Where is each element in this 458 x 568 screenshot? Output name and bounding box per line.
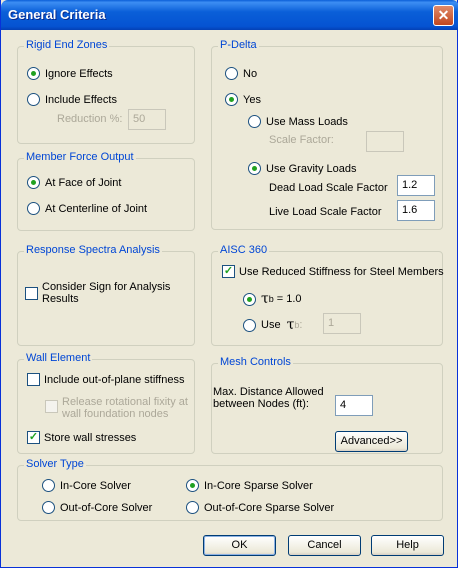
gravity-loads-label: Use Gravity Loads [266, 162, 357, 175]
checkbox-icon [27, 373, 40, 386]
consider-sign-checkbox[interactable]: Consider Sign for Analysis Results [25, 281, 182, 305]
tau-use-radio[interactable]: Use τ b : [243, 317, 302, 333]
check-mark-icon: ✓ [222, 265, 235, 278]
p-delta-no-radio[interactable]: No [225, 67, 257, 80]
reduced-stiffness-checkbox[interactable]: ✓ Use Reduced Stiffness for Steel Member… [222, 265, 444, 278]
mass-loads-radio[interactable]: Use Mass Loads [248, 115, 348, 128]
face-of-joint-radio[interactable]: At Face of Joint [27, 176, 121, 189]
radio-dot-icon [186, 479, 199, 492]
member-force-title: Member Force Output [24, 151, 136, 163]
radio-dot-icon [186, 501, 199, 514]
tau-subscript: b [268, 294, 274, 304]
title-bar[interactable]: General Criteria ✕ [1, 0, 458, 30]
solver-type-title: Solver Type [24, 458, 86, 470]
radio-dot-icon [27, 93, 40, 106]
radio-dot-icon [225, 93, 238, 106]
p-delta-title: P-Delta [218, 39, 259, 51]
in-core-sparse-label: In-Core Sparse Solver [204, 479, 313, 492]
include-effects-label: Include Effects [45, 93, 117, 106]
tau-value-input[interactable]: 1 [323, 313, 361, 334]
face-of-joint-label: At Face of Joint [45, 176, 122, 189]
reduction-input[interactable]: 50 [128, 109, 166, 130]
reduction-label: Reduction %: [57, 113, 123, 125]
dialog-title: General Criteria [8, 7, 106, 22]
dead-load-input[interactable]: 1.2 [397, 175, 435, 196]
scale-factor-label: Scale Factor: [269, 134, 334, 146]
radio-dot-icon [248, 162, 261, 175]
mass-loads-label: Use Mass Loads [266, 115, 348, 128]
member-force-group: Member Force Output [17, 151, 195, 231]
tau-equals-label: = 1.0 [276, 293, 302, 305]
radio-dot-icon [42, 501, 55, 514]
tau-colon: : [299, 319, 303, 331]
checkbox-icon [25, 287, 38, 300]
out-of-plane-checkbox[interactable]: Include out-of-plane stiffness [27, 373, 184, 386]
tau-default-radio[interactable]: τ b = 1.0 [243, 291, 302, 307]
consider-sign-label: Consider Sign for Analysis Results [42, 281, 171, 305]
radio-dot-icon [27, 202, 40, 215]
dead-load-label: Dead Load Scale Factor [269, 182, 388, 194]
rigid-end-zones-title: Rigid End Zones [24, 39, 110, 51]
p-delta-yes-radio[interactable]: Yes [225, 93, 261, 106]
out-core-solver-radio[interactable]: Out-of-Core Solver [42, 501, 152, 514]
general-criteria-dialog: General Criteria ✕ Rigid End Zones Ignor… [0, 0, 458, 568]
release-fixity-checkbox[interactable]: Release rotational fixity at wall founda… [45, 396, 198, 420]
in-core-solver-radio[interactable]: In-Core Solver [42, 479, 131, 492]
response-spectra-title: Response Spectra Analysis [24, 244, 162, 256]
ignore-effects-radio[interactable]: Ignore Effects [27, 67, 113, 80]
radio-dot-icon [225, 67, 238, 80]
in-core-solver-label: In-Core Solver [60, 479, 131, 492]
max-distance-input[interactable]: 4 [335, 395, 373, 416]
radio-dot-icon [248, 115, 261, 128]
reduced-stiffness-label: Use Reduced Stiffness for Steel Members [239, 265, 444, 278]
check-mark-icon: ✓ [27, 431, 40, 444]
centerline-joint-radio[interactable]: At Centerline of Joint [27, 202, 147, 215]
p-delta-no-label: No [243, 67, 258, 80]
store-stresses-checkbox[interactable]: ✓ Store wall stresses [27, 431, 136, 444]
mesh-controls-title: Mesh Controls [218, 356, 293, 368]
p-delta-yes-label: Yes [243, 93, 261, 106]
live-load-input[interactable]: 1.6 [397, 200, 435, 221]
max-distance-label: Max. Distance Allowed between Nodes (ft)… [213, 386, 324, 410]
radio-dot-icon [27, 67, 40, 80]
ok-button[interactable]: OK [203, 535, 276, 556]
radio-dot-icon [243, 292, 256, 306]
checkbox-icon [45, 400, 58, 413]
scale-factor-input[interactable] [366, 131, 404, 152]
live-load-label: Live Load Scale Factor [269, 206, 382, 218]
in-core-sparse-radio[interactable]: In-Core Sparse Solver [186, 479, 313, 492]
out-core-sparse-radio[interactable]: Out-of-Core Sparse Solver [186, 501, 334, 514]
tau-symbol: τ [286, 317, 295, 333]
include-effects-radio[interactable]: Include Effects [27, 93, 117, 106]
tau-use-label: Use [261, 319, 281, 331]
radio-dot-icon [27, 176, 40, 189]
advanced-button[interactable]: Advanced>> [335, 431, 408, 452]
out-of-plane-label: Include out-of-plane stiffness [44, 373, 185, 386]
store-stresses-label: Store wall stresses [44, 431, 137, 444]
release-fixity-label: Release rotational fixity at wall founda… [62, 396, 188, 420]
cancel-button[interactable]: Cancel [288, 535, 361, 556]
close-button[interactable]: ✕ [433, 5, 454, 26]
centerline-joint-label: At Centerline of Joint [45, 202, 148, 215]
out-core-solver-label: Out-of-Core Solver [60, 501, 153, 514]
radio-dot-icon [243, 318, 256, 332]
out-core-sparse-label: Out-of-Core Sparse Solver [204, 501, 335, 514]
radio-dot-icon [42, 479, 55, 492]
ignore-effects-label: Ignore Effects [45, 67, 113, 80]
tau-symbol: τ [261, 291, 269, 307]
gravity-loads-radio[interactable]: Use Gravity Loads [248, 162, 356, 175]
help-button[interactable]: Help [371, 535, 444, 556]
wall-element-title: Wall Element [24, 352, 93, 364]
aisc-360-title: AISC 360 [218, 244, 270, 256]
